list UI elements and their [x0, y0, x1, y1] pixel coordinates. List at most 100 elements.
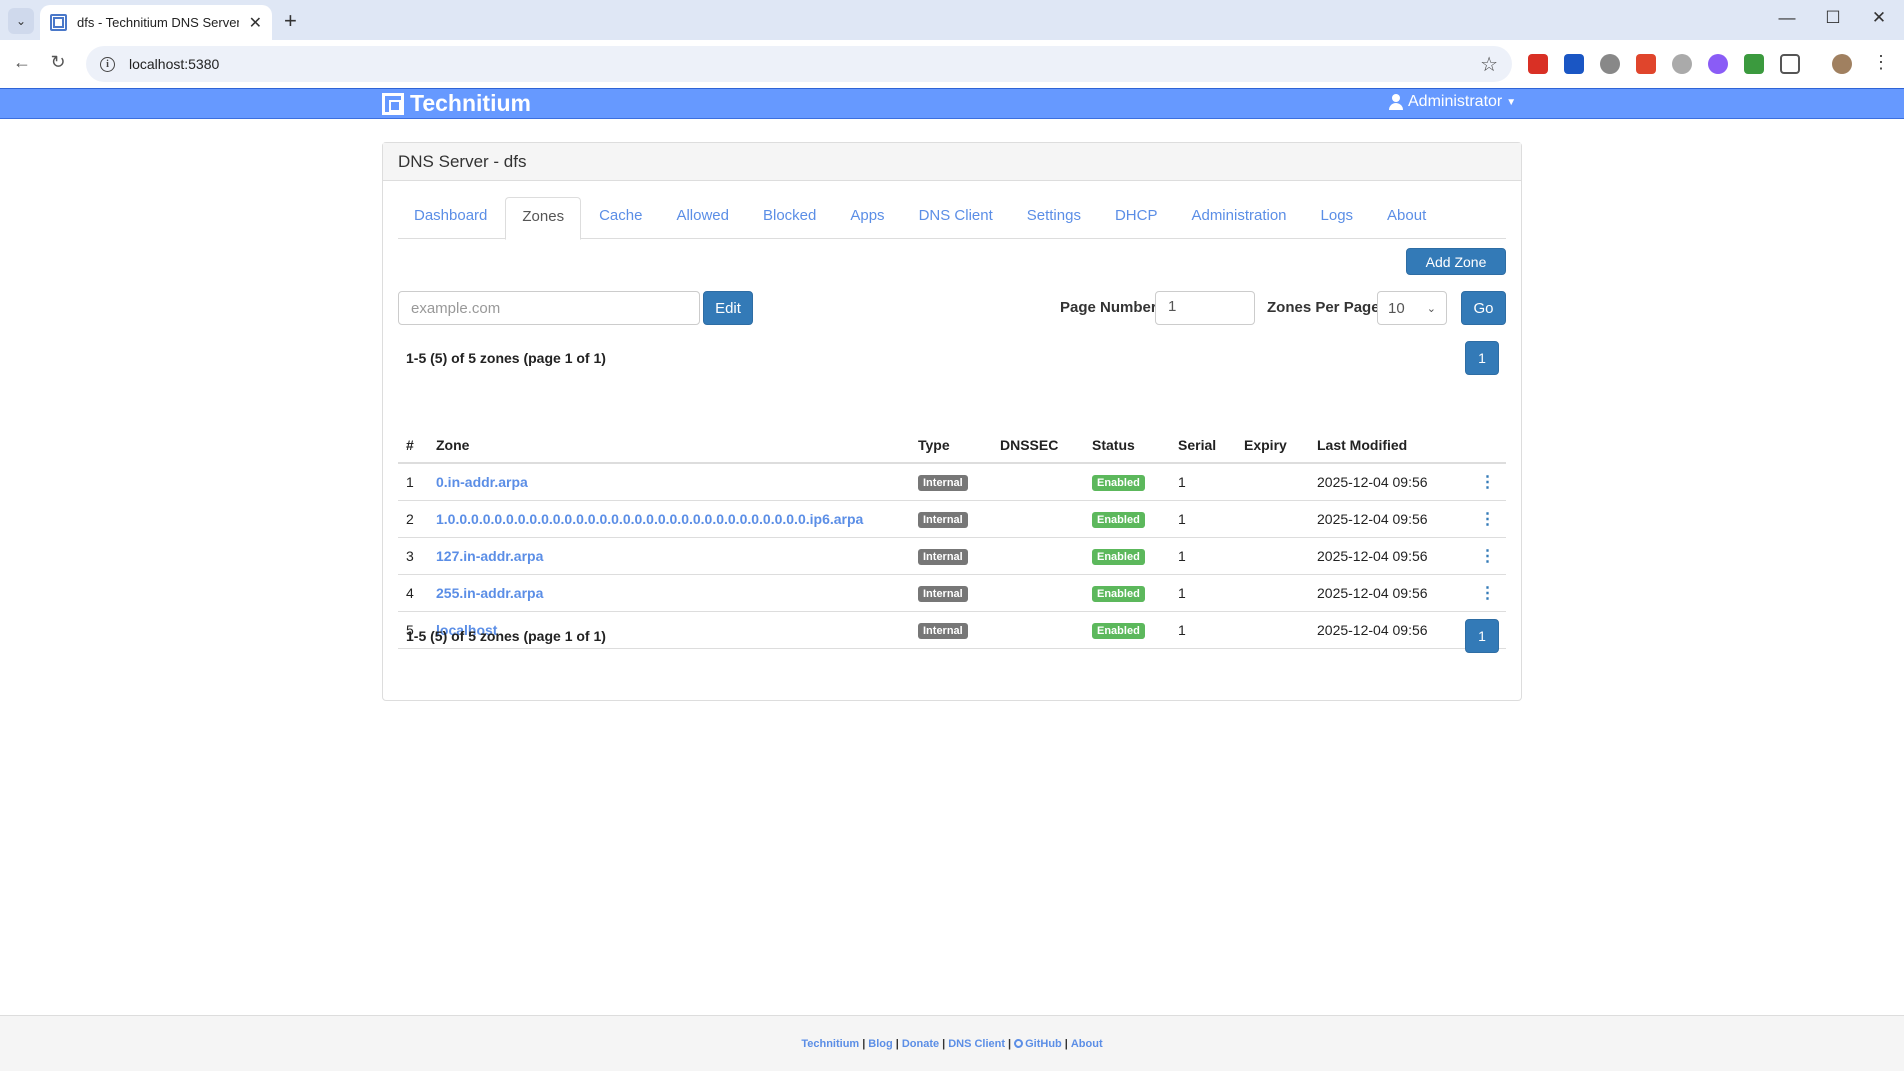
reload-icon[interactable]: ↻ — [46, 52, 70, 73]
zone-search-input[interactable] — [398, 291, 700, 325]
page-number-label: Page Number — [1060, 299, 1157, 316]
zones-per-page-label: Zones Per Page — [1267, 299, 1380, 316]
tab-allowed[interactable]: Allowed — [660, 197, 745, 239]
column-header-dnssec: DNSSEC — [992, 427, 1084, 464]
tab-blocked[interactable]: Blocked — [747, 197, 832, 239]
site-info-icon[interactable]: i — [100, 56, 115, 72]
tab-logs[interactable]: Logs — [1305, 197, 1370, 239]
caret-down-icon: ▼ — [1506, 96, 1517, 108]
tab-zones[interactable]: Zones — [505, 197, 582, 240]
extension-icon[interactable] — [1600, 54, 1620, 74]
row-num: 3 — [398, 537, 428, 575]
zone-link[interactable]: 127.in-addr.arpa — [436, 548, 543, 564]
tab-dns-client[interactable]: DNS Client — [903, 197, 1009, 239]
tab-cache[interactable]: Cache — [583, 197, 658, 239]
edit-zone-button[interactable]: Edit — [703, 291, 753, 325]
zones-per-page-select[interactable]: 10 ⌄ — [1377, 291, 1447, 325]
last-modified-cell: 2025-12-04 09:56 — [1309, 463, 1469, 501]
tab-dashboard[interactable]: Dashboard — [398, 197, 503, 239]
url-text: localhost:5380 — [129, 56, 220, 72]
row-menu-icon[interactable]: ⋮ — [1469, 500, 1506, 538]
dnssec-cell — [992, 500, 1084, 538]
status-badge: Enabled — [1092, 585, 1145, 602]
chevron-down-icon: ⌄ — [1426, 302, 1436, 315]
browser-tab[interactable]: dfs - Technitium DNS Server v1 ✕ — [40, 5, 272, 40]
back-arrow-icon[interactable]: ← — [10, 52, 34, 73]
status-badge: Enabled — [1092, 548, 1145, 565]
tab-administration[interactable]: Administration — [1175, 197, 1302, 239]
tab-dhcp[interactable]: DHCP — [1099, 197, 1174, 239]
extension-icon[interactable] — [1708, 54, 1728, 74]
new-tab-button[interactable]: + — [284, 8, 297, 34]
browser-menu-icon[interactable]: ⋮ — [1872, 52, 1890, 73]
bookmark-star-icon[interactable]: ☆ — [1480, 52, 1498, 77]
extension-icon[interactable] — [1744, 54, 1764, 74]
zones-table: # Zone Type DNSSEC Status Serial Expiry … — [398, 427, 1506, 649]
bitwarden-extension-icon[interactable] — [1564, 54, 1584, 74]
tab-about[interactable]: About — [1371, 197, 1442, 239]
zone-link[interactable]: 1.0.0.0.0.0.0.0.0.0.0.0.0.0.0.0.0.0.0.0.… — [436, 511, 863, 527]
pagination-page-1-top[interactable]: 1 — [1465, 341, 1499, 375]
tab-settings[interactable]: Settings — [1011, 197, 1097, 239]
status-badge: Enabled — [1092, 474, 1145, 491]
chevron-down-icon: ⌄ — [15, 14, 27, 28]
type-badge: Internal — [918, 622, 968, 639]
footer-link-about[interactable]: About — [1071, 1038, 1103, 1050]
expiry-cell — [1236, 500, 1309, 538]
column-header-last-modified: Last Modified — [1309, 427, 1469, 464]
technitium-favicon-icon — [50, 14, 67, 31]
column-header-serial: Serial — [1170, 427, 1236, 464]
panel-title: DNS Server - dfs — [383, 143, 1521, 181]
last-modified-cell: 2025-12-04 09:56 — [1309, 574, 1469, 612]
zone-link[interactable]: 0.in-addr.arpa — [436, 474, 528, 490]
app-header: Technitium Administrator ▼ — [0, 88, 1904, 119]
tab-apps[interactable]: Apps — [834, 197, 900, 239]
go-button[interactable]: Go — [1461, 291, 1506, 325]
serial-cell: 1 — [1170, 537, 1236, 575]
address-bar[interactable]: i localhost:5380 ☆ — [86, 46, 1512, 82]
tab-search-button[interactable]: ⌄ — [8, 8, 34, 34]
type-badge: Internal — [918, 511, 968, 528]
footer-link-technitium[interactable]: Technitium — [801, 1038, 859, 1050]
minimize-icon[interactable]: — — [1772, 8, 1802, 28]
column-header-num: # — [398, 427, 428, 464]
row-menu-icon[interactable]: ⋮ — [1469, 537, 1506, 575]
brand-name: Technitium — [410, 90, 531, 116]
extension-icon[interactable] — [1672, 54, 1692, 74]
row-menu-icon[interactable]: ⋮ — [1469, 463, 1506, 501]
close-icon[interactable]: ✕ — [249, 13, 262, 33]
profile-avatar[interactable] — [1832, 54, 1852, 74]
column-header-zone: Zone — [428, 427, 910, 464]
footer-link-dns-client[interactable]: DNS Client — [948, 1038, 1005, 1050]
footer-link-donate[interactable]: Donate — [902, 1038, 939, 1050]
type-badge: Internal — [918, 585, 968, 602]
table-row: 1 0.in-addr.arpa Internal Enabled 1 2025… — [398, 463, 1506, 501]
last-modified-cell: 2025-12-04 09:56 — [1309, 611, 1469, 649]
page-number-input[interactable]: 1 — [1155, 291, 1255, 325]
dnssec-cell — [992, 537, 1084, 575]
table-row: 4 255.in-addr.arpa Internal Enabled 1 20… — [398, 574, 1506, 612]
zones-summary-top: 1-5 (5) of 5 zones (page 1 of 1) — [406, 350, 606, 366]
user-name: Administrator — [1408, 93, 1503, 110]
pagination-page-1-bottom[interactable]: 1 — [1465, 619, 1499, 653]
zones-per-page-value: 10 — [1388, 299, 1405, 317]
github-icon — [1014, 1039, 1024, 1048]
maximize-icon[interactable]: ☐ — [1818, 8, 1848, 28]
browser-tab-title: dfs - Technitium DNS Server v1 — [77, 15, 239, 30]
window-close-icon[interactable]: ✕ — [1864, 8, 1894, 28]
user-menu[interactable]: Administrator ▼ — [1388, 93, 1516, 111]
brand-logo[interactable]: Technitium — [382, 90, 531, 117]
expiry-cell — [1236, 611, 1309, 649]
add-zone-button[interactable]: Add Zone — [1406, 248, 1506, 275]
footer-link-github[interactable]: GitHub — [1025, 1038, 1062, 1050]
extensions-puzzle-icon[interactable] — [1780, 54, 1800, 74]
footer-link-blog[interactable]: Blog — [868, 1038, 892, 1050]
todoist-extension-icon[interactable] — [1636, 54, 1656, 74]
user-icon — [1388, 94, 1404, 110]
gmail-extension-icon[interactable] — [1528, 54, 1548, 74]
column-header-actions — [1469, 427, 1506, 464]
last-modified-cell: 2025-12-04 09:56 — [1309, 500, 1469, 538]
row-menu-icon[interactable]: ⋮ — [1469, 574, 1506, 612]
column-header-type: Type — [910, 427, 992, 464]
zone-link[interactable]: 255.in-addr.arpa — [436, 585, 543, 601]
